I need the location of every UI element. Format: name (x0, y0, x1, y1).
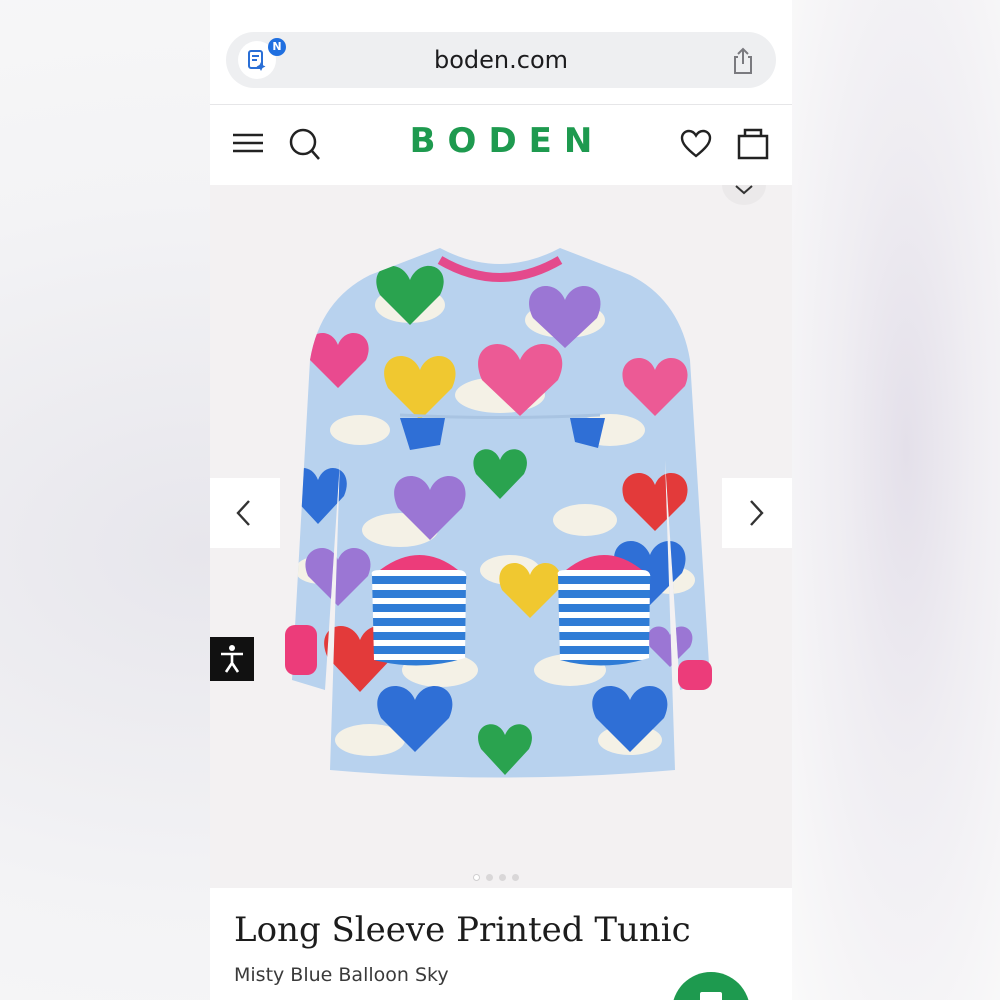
next-image-button[interactable] (722, 478, 792, 548)
product-gallery[interactable] (210, 185, 792, 888)
chevron-left-icon (236, 500, 250, 526)
carousel-dot[interactable] (486, 874, 493, 881)
bag-icon[interactable] (736, 127, 770, 166)
background-blur-right (792, 0, 1000, 1000)
prev-image-button[interactable] (210, 478, 280, 548)
accessibility-button[interactable] (210, 637, 254, 681)
product-color-name: Misty Blue Balloon Sky (234, 964, 449, 986)
accessibility-icon (221, 645, 243, 673)
floating-action-button[interactable] (672, 972, 750, 1000)
site-header: BODEN (210, 105, 792, 185)
address-bar[interactable]: N boden.com (226, 32, 776, 88)
carousel-dot[interactable] (473, 874, 480, 881)
carousel-dots (473, 868, 525, 881)
product-image (285, 248, 712, 778)
product-title: Long Sleeve Printed Tunic (234, 910, 691, 950)
phone-screen: N boden.com BODEN Long Sleeve Printed Tu… (210, 0, 792, 1000)
share-icon[interactable] (730, 46, 756, 81)
carousel-dot[interactable] (512, 874, 519, 881)
collapse-button[interactable] (722, 185, 766, 205)
chevron-down-icon (735, 185, 753, 195)
heart-icon[interactable] (680, 129, 712, 164)
fab-icon (700, 992, 722, 1000)
chevron-right-icon (750, 500, 764, 526)
url-text[interactable]: boden.com (226, 32, 776, 88)
carousel-dot[interactable] (499, 874, 506, 881)
